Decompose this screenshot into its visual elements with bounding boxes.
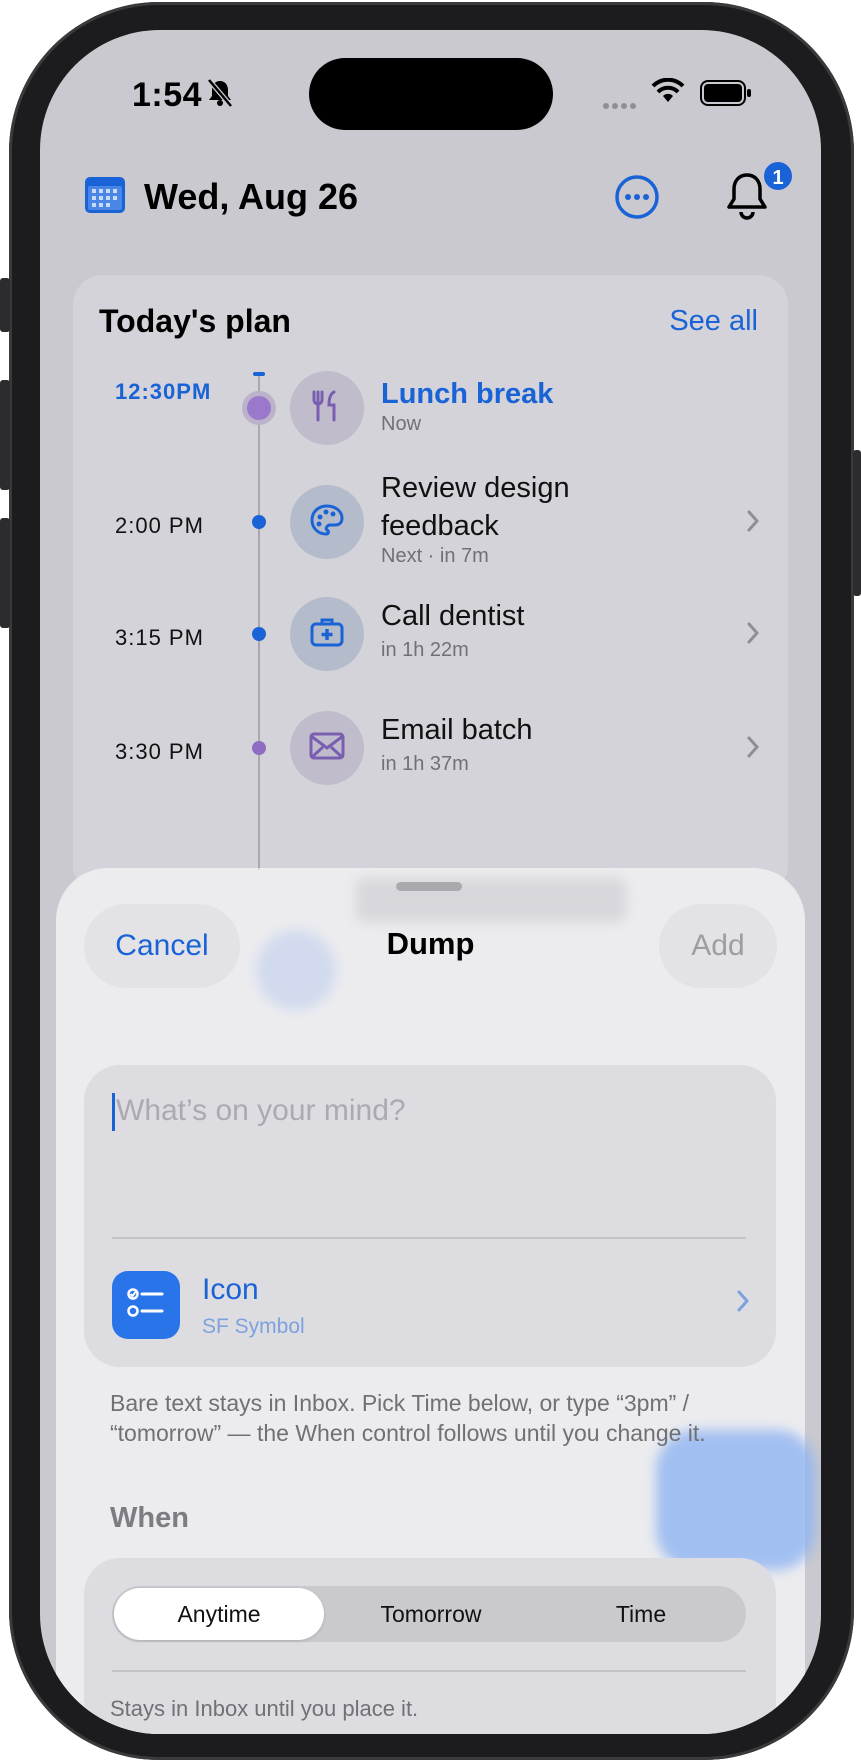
capture-card: Icon SF Symbol xyxy=(84,1065,776,1367)
todays-plan-card: Today's plan See all 12:30PM Lunch break… xyxy=(73,275,788,895)
timeline-dot xyxy=(252,741,266,755)
divider xyxy=(112,1670,746,1672)
plan-item-subtitle: Now xyxy=(381,413,422,435)
notification-badge: 1 xyxy=(762,160,794,192)
silent-mode-icon xyxy=(206,78,234,113)
plan-item-call-dentist[interactable]: 3:15 PM Call dentist in 1h 22m xyxy=(73,597,788,681)
timeline-dot xyxy=(252,515,266,529)
more-options-icon[interactable] xyxy=(614,174,660,225)
icon-row-subtitle: SF Symbol xyxy=(202,1315,305,1338)
plan-item-review-design[interactable]: 2:00 PM Review design feedback Next · in… xyxy=(73,472,788,585)
checklist-icon xyxy=(126,1286,166,1325)
when-option-time[interactable]: Time xyxy=(536,1586,746,1642)
plan-item-time: 12:30PM xyxy=(115,379,212,404)
chevron-right-icon xyxy=(746,509,760,538)
plan-title: Today's plan xyxy=(99,303,291,339)
plan-item-time: 2:00 PM xyxy=(115,513,204,538)
palette-icon xyxy=(309,503,345,542)
mute-switch xyxy=(0,278,10,332)
when-hint-text: Stays in Inbox until you place it. xyxy=(110,1696,419,1721)
plan-item-email-batch[interactable]: 3:30 PM Email batch in 1h 37m xyxy=(73,711,788,795)
battery-icon xyxy=(700,80,752,111)
when-option-tomorrow[interactable]: Tomorrow xyxy=(326,1586,536,1642)
divider xyxy=(112,1237,746,1239)
plan-item-time: 3:15 PM xyxy=(115,625,204,650)
help-text: Bare text stays in Inbox. Pick Time belo… xyxy=(110,1390,706,1446)
when-segmented-control[interactable]: Anytime Tomorrow Time xyxy=(112,1586,746,1642)
status-bar: 1:54 xyxy=(40,30,821,155)
power-button xyxy=(853,450,861,596)
dynamic-island xyxy=(309,58,553,130)
envelope-icon xyxy=(309,732,345,765)
status-time: 1:54 xyxy=(132,76,203,114)
plan-item-title: Call dentist xyxy=(381,600,525,632)
thought-input[interactable] xyxy=(112,1087,732,1135)
medical-kit-icon xyxy=(310,617,344,652)
add-button[interactable]: Add xyxy=(659,904,777,988)
chevron-right-icon xyxy=(746,621,760,650)
plan-item-subtitle: in 1h 22m xyxy=(381,639,469,661)
volume-down-button xyxy=(0,518,10,628)
icon-picker-tile[interactable] xyxy=(112,1271,180,1339)
cellular-signal-icon xyxy=(603,103,636,109)
when-section-label: When xyxy=(110,1502,189,1534)
header-date[interactable]: Wed, Aug 26 xyxy=(144,176,358,218)
fork-knife-icon xyxy=(312,389,342,428)
task-icon-circle xyxy=(290,711,364,785)
icon-row-label[interactable]: Icon xyxy=(202,1273,259,1307)
when-option-anytime[interactable]: Anytime xyxy=(114,1588,324,1640)
plan-item-subtitle: in 1h 37m xyxy=(381,753,469,775)
timeline-dot xyxy=(252,627,266,641)
task-icon-circle xyxy=(290,371,364,445)
volume-up-button xyxy=(0,380,10,490)
chevron-right-icon xyxy=(746,735,760,764)
timeline-dot-current xyxy=(242,391,276,425)
wifi-icon xyxy=(651,77,685,109)
screen: 1:54 Wed, Aug 26 1 Today's plan See all … xyxy=(40,30,821,1734)
plan-item-lunch-break[interactable]: 12:30PM Lunch break Now xyxy=(73,371,788,461)
task-icon-circle xyxy=(290,597,364,671)
sheet-grabber[interactable] xyxy=(396,882,462,891)
plan-item-title: Email batch xyxy=(381,714,533,746)
calendar-icon[interactable] xyxy=(84,174,126,219)
plan-item-time: 3:30 PM xyxy=(115,739,204,764)
chevron-right-icon[interactable] xyxy=(736,1289,750,1318)
plan-item-title: Lunch break xyxy=(381,378,554,410)
dump-sheet: Cancel Dump Add Icon SF Symbol Bare text… xyxy=(56,870,816,1734)
blurred-background xyxy=(656,1430,816,1570)
task-icon-circle xyxy=(290,485,364,559)
plan-item-subtitle: Next · in 7m xyxy=(381,545,489,567)
plan-item-title: Review design feedback xyxy=(381,472,570,542)
see-all-link[interactable]: See all xyxy=(669,305,758,338)
